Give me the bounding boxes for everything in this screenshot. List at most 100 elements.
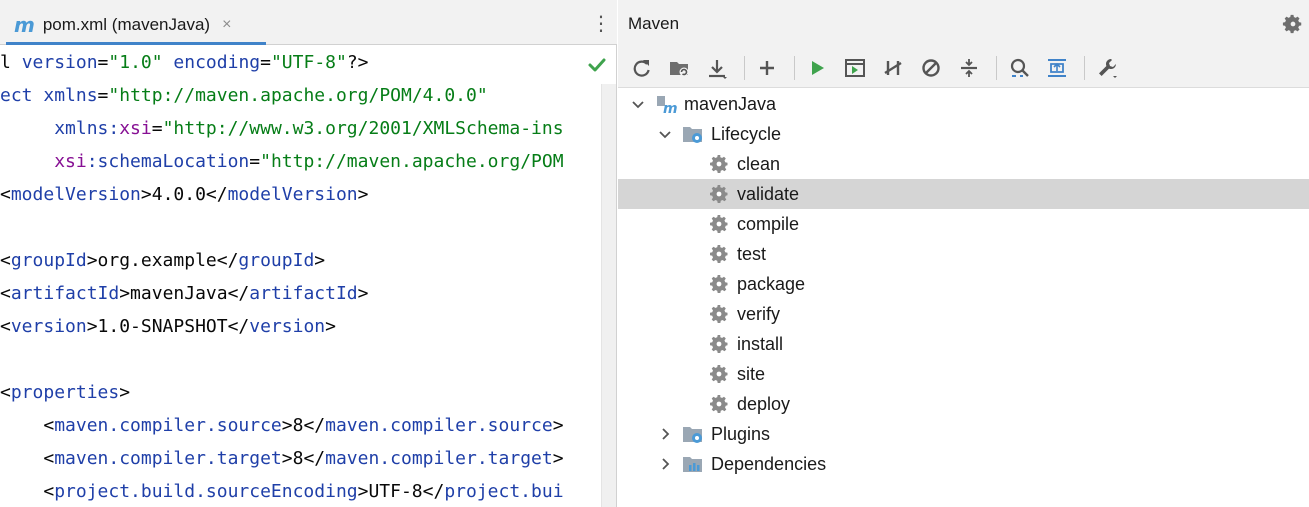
code-token: "UTF-8": [270, 52, 347, 73]
collapse-icon[interactable]: [956, 55, 982, 81]
code-token: >UTF-8</: [357, 481, 445, 502]
code-token: <: [0, 316, 11, 337]
code-token: version: [249, 316, 326, 337]
code-token: >1.0-SNAPSHOT</: [86, 316, 250, 337]
execute-goal-icon[interactable]: [842, 55, 868, 81]
code-token: ?>: [346, 52, 369, 73]
goal-gear-icon: [710, 245, 728, 263]
run-icon[interactable]: [804, 55, 830, 81]
tree-item-validate[interactable]: validate: [618, 179, 1309, 209]
dependencies-icon: [683, 457, 702, 472]
code-token: maven.compiler.source: [54, 415, 282, 436]
code-line[interactable]: <version>1.0-SNAPSHOT</version>: [0, 310, 336, 343]
code-token: artifactId: [249, 283, 358, 304]
chevron-right-icon[interactable]: [655, 454, 675, 474]
code-token: =: [97, 85, 109, 106]
gear-icon[interactable]: [1282, 13, 1304, 35]
tree-item-label: install: [737, 334, 784, 354]
code-line[interactable]: <maven.compiler.source>8</maven.compiler…: [0, 409, 564, 442]
tree-item-test[interactable]: test: [618, 239, 1309, 269]
code-token: maven.compiler.source: [325, 415, 553, 436]
tree-item-package[interactable]: package: [618, 269, 1309, 299]
maven-file-icon: m: [14, 13, 35, 37]
chevron-down-icon[interactable]: [628, 94, 648, 114]
tree-item-mavenjava[interactable]: m mavenJava: [618, 89, 1309, 119]
code-token: <: [0, 184, 11, 205]
vertical-scrollbar[interactable]: [601, 84, 616, 507]
maven-toolbar: [618, 48, 1309, 88]
download-icon[interactable]: [704, 55, 730, 81]
code-line[interactable]: <artifactId>mavenJava</artifactId>: [0, 277, 368, 310]
code-token: >: [357, 283, 369, 304]
code-line[interactable]: <modelVersion>4.0.0</modelVersion>: [0, 178, 368, 211]
tree-item-plugins[interactable]: Plugins: [618, 419, 1309, 449]
tab-pom-xml[interactable]: m pom.xml (mavenJava) ×: [6, 8, 266, 45]
code-line[interactable]: <project.build.sourceEncoding>UTF-8</pro…: [0, 475, 563, 507]
code-token: project.build.sourceEncoding: [54, 481, 358, 502]
check-icon[interactable]: [586, 54, 608, 76]
code-line[interactable]: xmlns:xsi="http://www.w3.org/2001/XMLSch…: [0, 112, 563, 145]
tree-item-deploy[interactable]: deploy: [618, 389, 1309, 419]
analyze-dependencies-icon[interactable]: [1006, 55, 1032, 81]
maven-project-tree: m mavenJava Lifecycle clean validate compile t…: [618, 89, 1309, 507]
close-icon[interactable]: ×: [222, 16, 231, 34]
tree-item-compile[interactable]: compile: [618, 209, 1309, 239]
code-line[interactable]: <groupId>org.example</groupId>: [0, 244, 325, 277]
toolbar-separator: [996, 56, 997, 80]
maven-header: Maven: [618, 0, 1309, 48]
code-area[interactable]: l version="1.0" encoding="UTF-8"?> ect xm…: [0, 46, 601, 507]
code-editor[interactable]: m pom.xml (mavenJava) × ⋮ l version="1.0…: [0, 0, 617, 507]
tree-item-lifecycle[interactable]: Lifecycle: [618, 119, 1309, 149]
tree-item-dependencies[interactable]: Dependencies: [618, 449, 1309, 479]
code-token: >: [325, 316, 336, 337]
code-token: =: [260, 52, 271, 73]
code-token: modelVersion: [10, 184, 141, 205]
show-diagram-icon[interactable]: [1044, 55, 1070, 81]
goal-gear-icon: [710, 155, 728, 173]
tree-item-site[interactable]: site: [618, 359, 1309, 389]
tree-item-label: mavenJava: [684, 94, 777, 114]
tree-item-clean[interactable]: clean: [618, 149, 1309, 179]
svg-text:m: m: [663, 101, 677, 115]
more-options-icon[interactable]: ⋮: [591, 12, 611, 36]
code-token: <: [0, 250, 11, 271]
code-token: maven.compiler.target: [325, 448, 553, 469]
code-line[interactable]: <maven.compiler.target>8</maven.compiler…: [0, 442, 563, 475]
goal-gear-icon: [710, 275, 728, 293]
goal-gear-icon: [710, 185, 728, 203]
code-token: >4.0.0</: [140, 184, 228, 205]
tree-item-label: Dependencies: [711, 454, 827, 474]
tree-item-label: deploy: [737, 394, 791, 414]
wrench-icon[interactable]: [1094, 55, 1120, 81]
chevron-right-icon[interactable]: [655, 424, 675, 444]
tree-item-label: verify: [737, 304, 781, 324]
toggle-offline-icon[interactable]: [880, 55, 906, 81]
plus-icon[interactable]: [754, 55, 780, 81]
code-token: "http://maven.apache.org/POM: [260, 151, 564, 172]
add-folder-icon[interactable]: [666, 55, 692, 81]
lifecycle-folder-icon: [683, 127, 702, 143]
code-token: >mavenJava</: [119, 283, 250, 304]
code-line[interactable]: ect xmlns="http://maven.apache.org/POM/4…: [0, 79, 488, 112]
code-token: <: [0, 382, 11, 403]
code-token: >: [552, 415, 564, 436]
code-token: >org.example</: [86, 250, 239, 271]
code-line[interactable]: l version="1.0" encoding="UTF-8"?>: [0, 46, 369, 79]
code-token: =: [151, 118, 163, 139]
code-token: <: [0, 448, 55, 469]
code-token: <: [0, 415, 55, 436]
chevron-down-icon[interactable]: [655, 124, 675, 144]
code-line[interactable]: xsi:schemaLocation="http://maven.apache.…: [0, 145, 564, 178]
reload-icon[interactable]: [628, 55, 654, 81]
toolbar-separator: [794, 56, 795, 80]
code-token: encoding: [173, 52, 261, 73]
goal-gear-icon: [710, 215, 728, 233]
code-token: =: [249, 151, 261, 172]
code-line[interactable]: <properties>: [0, 376, 130, 409]
tree-item-install[interactable]: install: [618, 329, 1309, 359]
code-token: properties: [10, 382, 120, 403]
tree-item-verify[interactable]: verify: [618, 299, 1309, 329]
skip-tests-icon[interactable]: [918, 55, 944, 81]
